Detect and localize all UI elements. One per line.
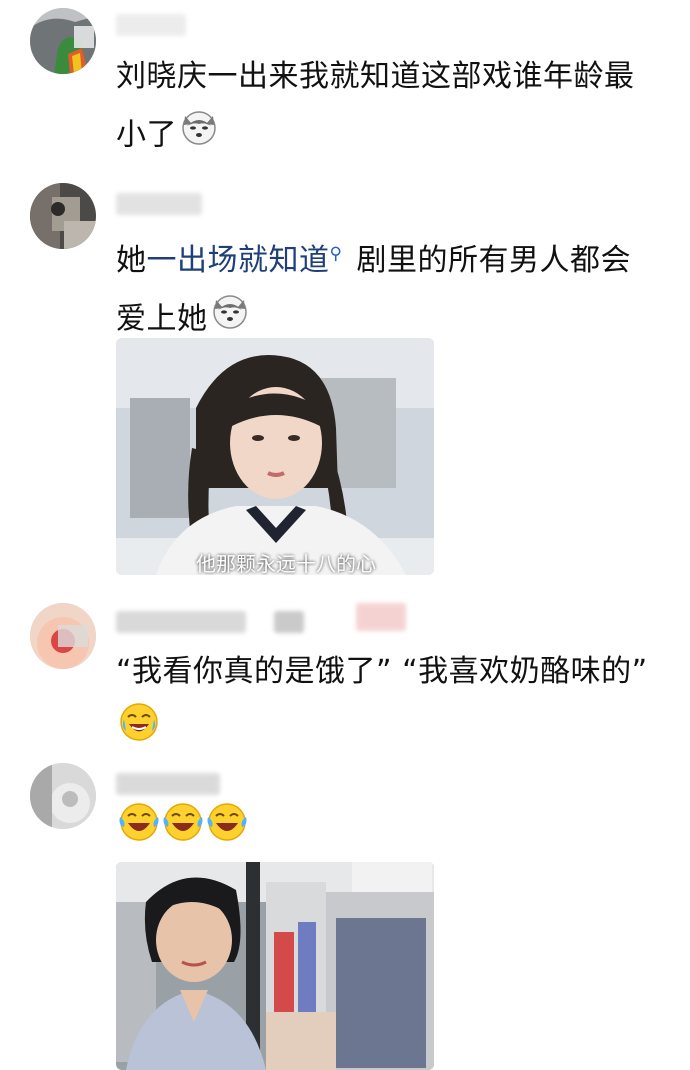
comment-image[interactable]: 他那颗永远十八的心 (116, 338, 434, 575)
avatar[interactable] (30, 763, 96, 829)
comment-body-start: 她 (116, 243, 147, 278)
username[interactable] (116, 611, 246, 633)
laughing-crying-face-icon (206, 801, 248, 863)
avatar[interactable] (30, 603, 96, 669)
laughing-crying-face-icon (162, 801, 204, 863)
comment-image[interactable] (116, 862, 434, 1070)
comment-text: 她一出场就知道⚲ 剧里的所有男人都会爱上她 (116, 225, 656, 350)
comment-body: “我看你真的是饿了” “我喜欢奶酪味的” (116, 654, 648, 689)
crying-laughing-face-icon (118, 701, 160, 763)
username[interactable] (116, 193, 202, 215)
search-icon[interactable]: ⚲ (330, 244, 343, 264)
comment-text: “我看你真的是饿了” “我喜欢奶酪味的” (116, 643, 656, 763)
comment-text: 刘晓庆一出来我就知道这部戏谁年龄最小了 (116, 48, 656, 166)
username-suffix (274, 611, 304, 633)
username[interactable] (116, 14, 186, 36)
avatar[interactable] (30, 8, 96, 74)
video-subtitle: 他那颗永远十八的心 (196, 552, 376, 575)
doge-dog-icon (179, 106, 219, 166)
avatar[interactable] (30, 183, 96, 249)
hashtag-link[interactable]: 一出场就知道 (147, 243, 330, 278)
comment-text (116, 801, 656, 863)
username[interactable] (116, 773, 220, 795)
username-badge (356, 603, 406, 631)
laughing-crying-face-icon (118, 801, 160, 863)
